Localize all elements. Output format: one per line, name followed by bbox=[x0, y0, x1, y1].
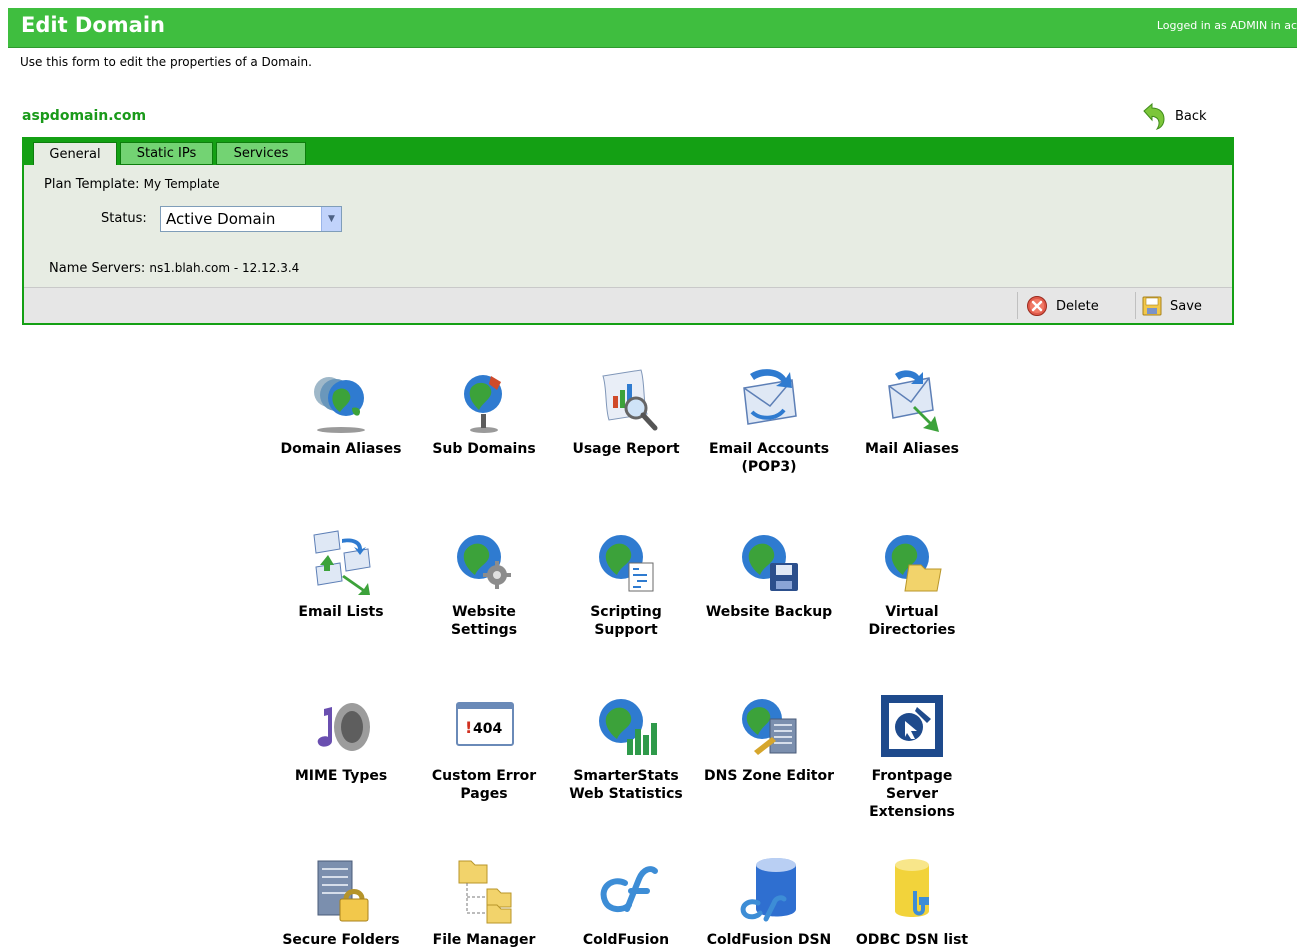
secure-folders-label: Secure Folders bbox=[282, 932, 400, 948]
domain-aliases-item[interactable]: Domain Aliases bbox=[270, 362, 412, 458]
email-accounts-item[interactable]: Email Accounts (POP3) bbox=[698, 362, 840, 476]
odbc-dsn-icon bbox=[895, 859, 929, 917]
website-settings-icon bbox=[457, 535, 511, 589]
secure-folders-icon bbox=[317, 860, 369, 922]
file-manager-item[interactable]: File Manager bbox=[413, 853, 555, 949]
usage-report-label: Usage Report bbox=[572, 441, 680, 457]
website-backup-item[interactable]: Website Backup bbox=[698, 525, 840, 621]
website-settings-label: Website Settings bbox=[450, 604, 518, 638]
virtual-directories-item[interactable]: Virtual Directories bbox=[841, 525, 983, 639]
coldfusion-icon bbox=[600, 866, 658, 913]
sub-domains-label: Sub Domains bbox=[432, 441, 536, 457]
separator bbox=[1135, 292, 1136, 319]
custom-error-pages-label: Custom Error Pages bbox=[431, 768, 537, 802]
dns-zone-editor-item[interactable]: DNS Zone Editor bbox=[698, 689, 840, 785]
odbc-dsn-label: ODBC DSN list bbox=[855, 932, 969, 948]
mail-aliases-label: Mail Aliases bbox=[865, 441, 959, 457]
domain-aliases-icon bbox=[314, 377, 365, 433]
svg-text:!: ! bbox=[465, 718, 472, 737]
chevron-down-icon: ▼ bbox=[321, 207, 341, 231]
frontpage-label: Frontpage Server Extensions bbox=[869, 768, 955, 820]
email-lists-label: Email Lists bbox=[298, 604, 384, 620]
delete-label: Delete bbox=[1056, 298, 1099, 314]
website-backup-label: Website Backup bbox=[705, 604, 833, 620]
scripting-support-label: Scripting Support bbox=[590, 604, 662, 638]
secure-folders-item[interactable]: Secure Folders bbox=[270, 853, 412, 949]
email-accounts-label: Email Accounts (POP3) bbox=[708, 441, 830, 475]
error-code-text: 404 bbox=[473, 721, 502, 737]
domain-aliases-label: Domain Aliases bbox=[280, 441, 402, 457]
email-accounts-icon bbox=[743, 369, 797, 425]
plan-template-row: Plan Template: My Template bbox=[44, 177, 220, 192]
name-servers-label: Name Servers: bbox=[49, 261, 146, 276]
dns-zone-editor-icon bbox=[742, 699, 797, 755]
usage-report-item[interactable]: Usage Report bbox=[555, 362, 697, 458]
coldfusion-item[interactable]: ColdFusion bbox=[555, 853, 697, 949]
smarterstats-label: SmarterStats Web Statistics bbox=[569, 768, 683, 802]
status-label: Status: bbox=[101, 211, 147, 226]
save-button[interactable]: Save bbox=[1142, 294, 1202, 318]
tab-bar: General Static IPs Services bbox=[24, 137, 1232, 165]
scripting-support-icon bbox=[599, 535, 654, 592]
file-manager-icon bbox=[458, 860, 512, 924]
sub-domains-icon bbox=[464, 375, 502, 433]
usage-report-icon bbox=[602, 369, 658, 431]
back-arrow-icon bbox=[1143, 102, 1165, 130]
custom-error-pages-icon: ! 404 bbox=[456, 702, 514, 746]
separator bbox=[1017, 292, 1018, 319]
custom-error-pages-item[interactable]: ! 404 Custom Error Pages bbox=[413, 689, 555, 803]
smarterstats-item[interactable]: SmarterStats Web Statistics bbox=[555, 689, 697, 803]
mime-types-label: MIME Types bbox=[294, 768, 388, 784]
email-lists-item[interactable]: Email Lists bbox=[270, 525, 412, 621]
mime-types-item[interactable]: MIME Types bbox=[270, 689, 412, 785]
virtual-directories-icon bbox=[885, 535, 942, 592]
save-label: Save bbox=[1170, 298, 1202, 314]
email-lists-icon bbox=[313, 530, 371, 595]
coldfusion-dsn-label: ColdFusion DSN bbox=[706, 932, 832, 948]
frontpage-icon bbox=[881, 695, 943, 757]
status-value: Active Domain bbox=[166, 210, 276, 228]
login-status: Logged in as ADMIN in ac bbox=[1156, 19, 1297, 32]
website-settings-item[interactable]: Website Settings bbox=[413, 525, 555, 639]
tab-static-ips[interactable]: Static IPs bbox=[120, 142, 213, 165]
coldfusion-dsn-icon bbox=[740, 858, 796, 922]
tab-general[interactable]: General bbox=[33, 142, 117, 165]
back-button[interactable]: Back bbox=[1141, 101, 1207, 131]
tab-services[interactable]: Services bbox=[216, 142, 306, 165]
frontpage-item[interactable]: Frontpage Server Extensions bbox=[841, 689, 983, 821]
dns-zone-editor-label: DNS Zone Editor bbox=[704, 768, 834, 784]
website-backup-icon bbox=[742, 535, 798, 591]
name-servers-value: ns1.blah.com - 12.12.3.4 bbox=[149, 261, 300, 275]
tab-static-ips-label: Static IPs bbox=[136, 146, 197, 161]
intro-text: Use this form to edit the properties of … bbox=[20, 55, 312, 69]
delete-button[interactable]: Delete bbox=[1026, 294, 1099, 318]
action-bar: Delete Save bbox=[24, 287, 1232, 323]
save-icon bbox=[1142, 296, 1162, 316]
domain-properties-panel: General Static IPs Services Plan Templat… bbox=[22, 137, 1234, 325]
odbc-dsn-item[interactable]: ODBC DSN list bbox=[841, 853, 983, 949]
page-header: Edit Domain Logged in as ADMIN in ac bbox=[8, 8, 1297, 48]
coldfusion-label: ColdFusion bbox=[582, 932, 670, 948]
mail-aliases-icon bbox=[888, 370, 939, 432]
domain-name: aspdomain.com bbox=[22, 108, 147, 124]
sub-domains-item[interactable]: Sub Domains bbox=[413, 362, 555, 458]
tab-services-label: Services bbox=[233, 146, 289, 161]
virtual-directories-label: Virtual Directories bbox=[868, 604, 956, 638]
status-select[interactable]: Active Domain ▼ bbox=[160, 206, 342, 232]
mail-aliases-item[interactable]: Mail Aliases bbox=[841, 362, 983, 458]
scripting-support-item[interactable]: Scripting Support bbox=[555, 525, 697, 639]
tab-general-label: General bbox=[49, 146, 101, 162]
page-title: Edit Domain bbox=[21, 13, 165, 37]
back-label: Back bbox=[1175, 108, 1207, 124]
mime-types-icon bbox=[317, 703, 370, 751]
file-manager-label: File Manager bbox=[432, 932, 536, 948]
plan-template-label: Plan Template: bbox=[44, 177, 140, 192]
name-servers-row: Name Servers: ns1.blah.com - 12.12.3.4 bbox=[49, 261, 299, 276]
plan-template-value: My Template bbox=[143, 177, 220, 191]
coldfusion-dsn-item[interactable]: ColdFusion DSN bbox=[698, 853, 840, 949]
smarterstats-icon bbox=[599, 699, 657, 755]
delete-icon bbox=[1027, 296, 1047, 316]
